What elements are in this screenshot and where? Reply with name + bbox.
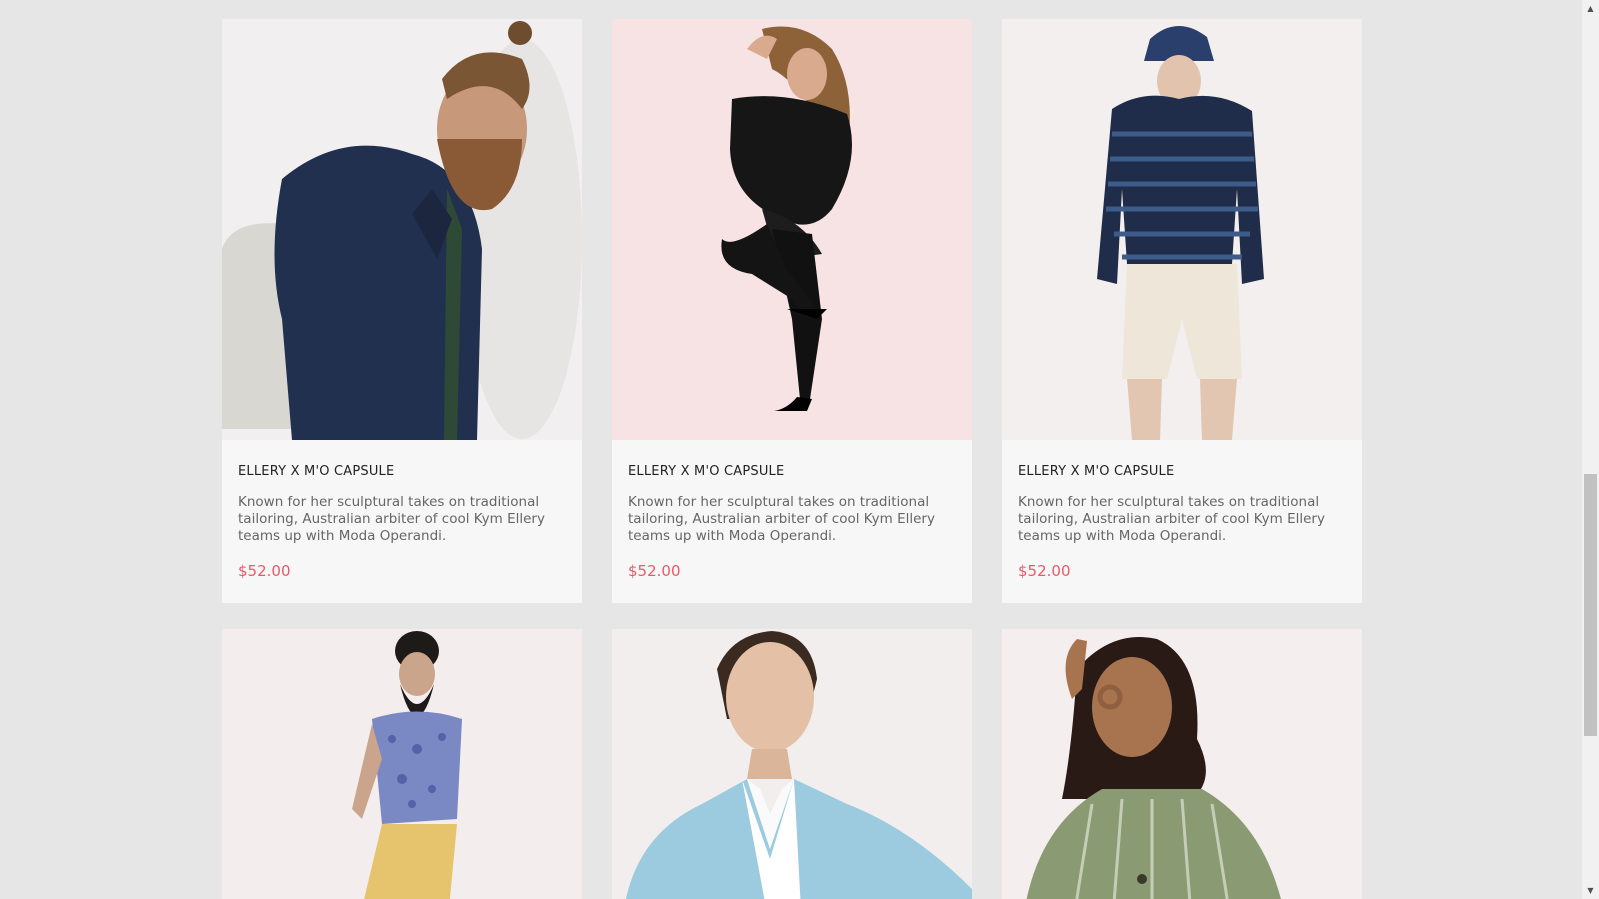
scroll-thumb[interactable] xyxy=(1584,474,1597,736)
product-price: $52.00 xyxy=(238,562,291,580)
product-card[interactable] xyxy=(1002,629,1362,899)
product-description: Known for her sculptural takes on tradit… xyxy=(1018,494,1325,544)
product-card[interactable] xyxy=(612,629,972,899)
product-card[interactable] xyxy=(222,629,582,899)
product-image[interactable] xyxy=(612,629,972,899)
scroll-up-arrow-icon[interactable]: ▲ xyxy=(1582,0,1599,17)
product-image[interactable] xyxy=(612,19,972,440)
product-image[interactable] xyxy=(1002,19,1362,440)
woman-light-blue-blazer-photo xyxy=(626,631,972,899)
product-card[interactable]: ELLERY X M'O CAPSULE Known for her sculp… xyxy=(612,19,972,603)
man-striped-hoodie-photo xyxy=(1097,25,1264,440)
woman-striped-green-top-photo xyxy=(1026,637,1281,899)
product-price: $52.00 xyxy=(1018,562,1071,580)
product-image[interactable] xyxy=(222,629,582,899)
product-page: ELLERY X M'O CAPSULE Known for her sculp… xyxy=(0,0,1599,899)
product-card[interactable]: ELLERY X M'O CAPSULE Known for her sculp… xyxy=(222,19,582,603)
product-title[interactable]: ELLERY X M'O CAPSULE xyxy=(238,464,567,479)
product-title[interactable]: ELLERY X M'O CAPSULE xyxy=(628,464,957,479)
product-description: Known for her sculptural takes on tradit… xyxy=(238,494,545,544)
scroll-down-arrow-icon[interactable]: ▼ xyxy=(1582,882,1599,899)
product-image[interactable] xyxy=(1002,629,1362,899)
product-info: ELLERY X M'O CAPSULE Known for her sculp… xyxy=(222,440,582,603)
product-info: ELLERY X M'O CAPSULE Known for her sculp… xyxy=(1002,440,1362,603)
vertical-scrollbar[interactable]: ▲ ▼ xyxy=(1582,0,1599,899)
product-grid: ELLERY X M'O CAPSULE Known for her sculp… xyxy=(222,19,1362,899)
woman-black-outfit-photo xyxy=(721,26,852,411)
product-image[interactable] xyxy=(222,19,582,440)
product-title[interactable]: ELLERY X M'O CAPSULE xyxy=(1018,464,1347,479)
bearded-man-floral-shirt-photo xyxy=(352,631,462,899)
product-info: ELLERY X M'O CAPSULE Known for her sculp… xyxy=(612,440,972,603)
product-card[interactable]: ELLERY X M'O CAPSULE Known for her sculp… xyxy=(1002,19,1362,603)
man-puffer-jacket-photo xyxy=(222,21,582,440)
product-description: Known for her sculptural takes on tradit… xyxy=(628,494,935,544)
product-price: $52.00 xyxy=(628,562,681,580)
